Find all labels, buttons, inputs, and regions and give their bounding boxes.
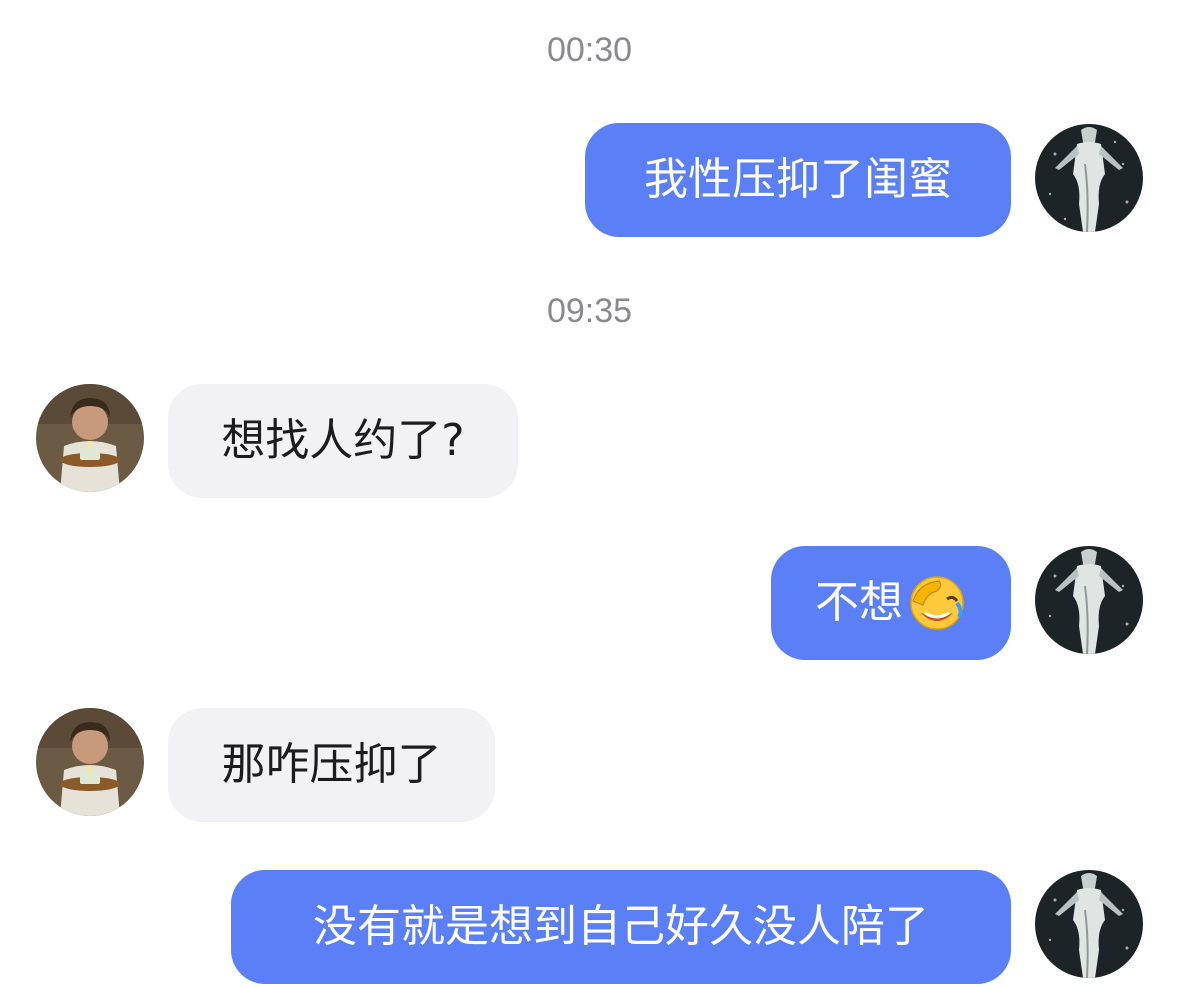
timestamp: 00:30 <box>546 31 633 69</box>
message-bubble-incoming[interactable]: 想找人约了? <box>168 384 518 498</box>
message-text: 没有就是想到自己好久没人陪了 <box>313 901 929 952</box>
message-bubble-incoming[interactable]: 那咋压抑了 <box>168 708 495 822</box>
message-text: 我性压抑了闺蜜 <box>644 154 952 205</box>
chat-view: 00:30 我性压抑了闺蜜 09:35 想找人约了? 不想 那咋压抑了 没有就是… <box>0 0 1179 987</box>
message-text: 想找人约了? <box>221 415 465 466</box>
message-text: 那咋压抑了 <box>221 739 442 790</box>
message-bubble-outgoing[interactable]: 不想 <box>771 546 1011 660</box>
contact-avatar[interactable] <box>36 708 144 816</box>
facepalm-laugh-emoji-icon <box>907 573 967 633</box>
silhouette-figure-avatar-icon <box>1035 546 1143 654</box>
silhouette-figure-avatar-icon <box>1035 124 1143 232</box>
my-avatar[interactable] <box>1035 546 1143 654</box>
boy-with-cake-avatar-icon <box>36 384 144 492</box>
timestamp: 09:35 <box>546 292 633 330</box>
contact-avatar[interactable] <box>36 384 144 492</box>
silhouette-figure-avatar-icon <box>1035 870 1143 978</box>
my-avatar[interactable] <box>1035 124 1143 232</box>
message-bubble-outgoing[interactable]: 没有就是想到自己好久没人陪了 <box>231 870 1011 984</box>
my-avatar[interactable] <box>1035 870 1143 978</box>
message-text: 不想 <box>815 577 903 628</box>
message-bubble-outgoing[interactable]: 我性压抑了闺蜜 <box>585 123 1011 237</box>
boy-with-cake-avatar-icon <box>36 708 144 816</box>
